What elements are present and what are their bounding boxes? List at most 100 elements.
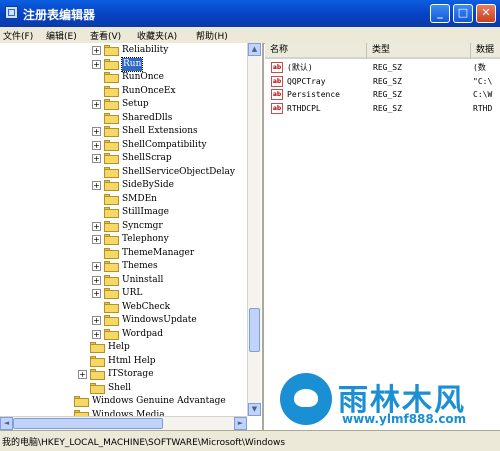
status-bar: 我的电脑\HKEY_LOCAL_MACHINE\SOFTWARE\Microso… [0,430,500,451]
folder-icon [104,261,119,272]
tree-expand-icon[interactable]: + [92,46,101,55]
folder-icon [90,369,105,380]
menu-view[interactable]: 查看(V) [90,29,121,42]
tree-expand-icon[interactable]: + [78,370,87,379]
registry-value-row[interactable]: ab RTHDCPL REG_SZ RTHD [265,102,500,115]
string-value-icon: ab [271,62,283,73]
watermark-logo-icon [280,373,332,425]
tree-item-label: Run [120,56,144,72]
value-name: RTHDCPL [287,103,321,113]
tree-item-label: Telephony [122,234,169,244]
status-path: 我的电脑\HKEY_LOCAL_MACHINE\SOFTWARE\Microso… [2,438,286,448]
scroll-down-arrow[interactable]: ▼ [248,403,261,416]
folder-icon [90,355,105,367]
registry-value-row[interactable]: ab Persistence REG_SZ C:\W [265,88,500,101]
tree-item-label: URL [122,288,143,298]
folder-icon [104,153,119,164]
registry-app-icon [5,6,18,19]
tree-expand-icon[interactable]: + [92,221,101,231]
tree-expand-icon[interactable]: + [92,262,101,271]
tree-item-label: Html Help [108,355,156,366]
value-name: Persistence [287,90,340,99]
tree-item-label: Windows Genuine Advantage [92,396,226,406]
column-header-data[interactable]: 数据 [471,43,500,59]
tree-item-label: WindowsUpdate [122,315,197,325]
title-bar[interactable]: 注册表编辑器 _ □ ✕ [0,0,500,27]
tree-item-label: Shell Extensions [122,126,198,136]
tree-item-label: ThemeManager [122,247,195,258]
maximize-button[interactable]: □ [453,4,473,23]
menu-edit[interactable]: 编辑(E) [46,29,77,42]
scroll-left-arrow[interactable]: ◄ [0,417,13,430]
folder-icon [104,180,119,191]
registry-value-row[interactable]: ab QQPCTray REG_SZ "C:\ [265,75,500,88]
tree-item-label: SharedDlls [122,112,173,123]
tree-expand-icon[interactable]: + [92,181,101,190]
folder-icon [104,234,119,245]
tree-expand-icon[interactable]: + [92,59,101,69]
tree-vertical-scrollbar[interactable]: ▲ ▼ [247,43,261,416]
tree-item-label: Wordpad [122,328,164,339]
folder-icon [104,193,119,205]
registry-tree: + Reliability + Run RunOnce RunOnceEx + Setup Sh… [0,43,264,437]
tree-expand-icon[interactable]: + [92,127,101,136]
column-header-name[interactable]: 名称 [265,43,367,59]
menu-file[interactable]: 文件(F) [3,29,33,42]
tree-expand-icon[interactable]: + [92,316,101,325]
watermark-url: www.ylmf888.com [342,412,467,426]
menu-favorites[interactable]: 收藏夹(A) [137,29,177,42]
menu-help[interactable]: 帮助(H) [196,29,228,42]
folder-icon [104,85,119,97]
folder-icon [104,58,119,70]
folder-icon [104,207,119,218]
tree-expand-icon[interactable]: + [92,329,101,339]
tree-item-label: Themes [122,261,158,271]
tree-item-label: ITStorage [108,369,154,379]
tree-expand-icon[interactable]: + [92,275,101,285]
horizontal-scroll-thumb[interactable] [13,418,163,429]
string-value-icon: ab [271,75,283,87]
folder-icon [74,396,89,407]
folder-icon [104,99,119,110]
minimize-button[interactable]: _ [430,4,450,23]
tree-expand-icon[interactable]: + [92,235,101,244]
scroll-right-arrow[interactable]: ► [234,417,247,430]
tree-item-label: RunOnce [122,72,164,82]
tree-item-label: Setup [122,99,149,109]
folder-icon [104,112,119,124]
tree-expand-icon[interactable]: + [92,289,101,298]
close-button[interactable]: ✕ [476,4,496,23]
tree-item-label: Uninstall [122,274,164,285]
folder-icon [104,274,119,286]
value-data: RTHD [473,103,493,113]
value-type: REG_SZ [373,90,402,99]
folder-icon [104,72,119,83]
scroll-up-arrow[interactable]: ▲ [248,43,261,56]
folder-icon [90,382,105,394]
value-type: REG_SZ [373,63,402,72]
tree-item-label: ShellServiceObjectDelay [122,166,235,177]
tree-item-label: ShellCompatibility [122,139,207,150]
scroll-thumb[interactable] [249,308,260,352]
tree-item-label: Syncmgr [122,220,163,231]
watermark-logo: 雨林木风 www.ylmf888.com [280,373,490,433]
tree-item-label: RunOnceEx [122,85,176,96]
folder-icon [104,45,119,56]
folder-icon [104,301,119,313]
column-header-type[interactable]: 类型 [367,43,471,59]
tree-item-label: Help [108,342,130,352]
value-type: REG_SZ [373,103,402,113]
string-value-icon: ab [271,89,283,100]
tree-expand-icon[interactable]: + [92,154,101,163]
tree-expand-icon[interactable]: + [92,100,101,109]
tree-expand-icon[interactable]: + [92,140,101,150]
value-name: (默认) [287,63,313,72]
tree-item-label: WebCheck [122,301,171,312]
tree-horizontal-scrollbar[interactable]: ◄ ► [0,416,247,430]
folder-icon [104,288,119,299]
registry-value-row[interactable]: ab (默认) REG_SZ (数 [265,61,500,74]
folder-icon [104,315,119,326]
tree-item-label: ShellScrap [122,153,172,163]
folder-icon [90,342,105,353]
value-data: (数 [473,63,486,72]
